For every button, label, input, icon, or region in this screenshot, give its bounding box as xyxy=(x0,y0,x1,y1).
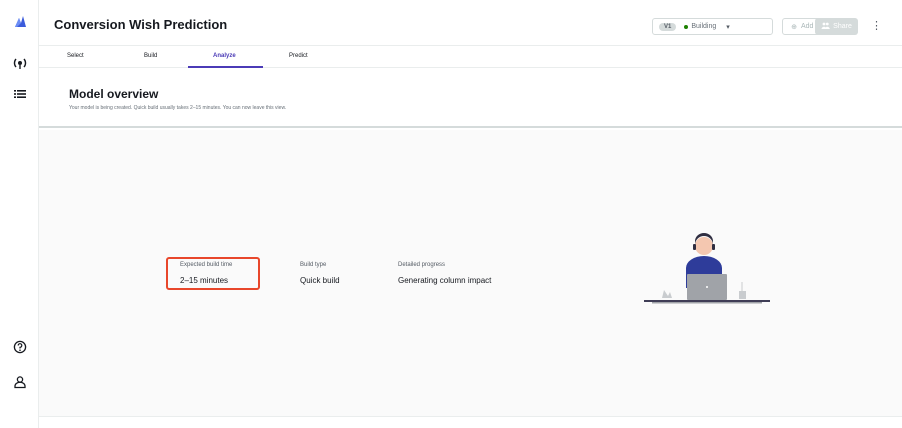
tab-predict[interactable]: Predict xyxy=(289,53,308,59)
headphone-right xyxy=(712,244,715,250)
logo-icon[interactable] xyxy=(12,13,28,29)
person-at-laptop-illustration xyxy=(644,233,770,304)
build-type-value: Quick build xyxy=(300,276,340,285)
active-tab-indicator xyxy=(188,66,263,68)
tab-build[interactable]: Build xyxy=(144,53,157,59)
chevron-down-icon: ▾ xyxy=(726,23,730,31)
more-options-icon[interactable]: ⋮ xyxy=(871,19,882,33)
status-label: Building xyxy=(691,23,717,30)
user-icon[interactable] xyxy=(12,374,28,390)
share-label: Share xyxy=(833,23,852,30)
workflow-tabs: Select Build Analyze Predict xyxy=(39,46,902,68)
laptop-logo xyxy=(706,286,708,288)
help-icon[interactable] xyxy=(12,339,28,355)
tab-analyze[interactable]: Analyze xyxy=(213,53,236,59)
overview-subtitle: Your model is being created. Quick build… xyxy=(69,105,287,111)
status-dot xyxy=(684,24,689,29)
overview-title: Model overview xyxy=(69,87,159,101)
page-title: Conversion Wish Prediction xyxy=(54,17,228,32)
build-time-stat: Expected build time 2–15 minutes xyxy=(180,262,232,285)
plus-circle-icon: ⊕ xyxy=(791,23,797,31)
page-header: Conversion Wish Prediction V1 Building ▾… xyxy=(39,0,902,46)
left-nav-rail xyxy=(0,0,39,428)
build-time-label: Expected build time xyxy=(180,262,233,268)
progress-label: Detailed progress xyxy=(398,262,446,268)
overview-section: Model overview Your model is being creat… xyxy=(39,69,902,128)
person-head xyxy=(695,237,713,255)
list-icon[interactable] xyxy=(12,86,28,102)
version-pill: V1 xyxy=(659,22,677,31)
build-type-label: Build type xyxy=(300,262,327,268)
progress-value: Generating column impact xyxy=(398,276,492,285)
build-progress-panel: Expected build time 2–15 minutes Build t… xyxy=(39,130,902,417)
cup xyxy=(739,291,746,299)
build-type-stat: Build type Quick build xyxy=(300,262,340,285)
headphone-left xyxy=(693,244,696,250)
desk-top xyxy=(644,300,770,302)
tab-select[interactable]: Select xyxy=(67,53,84,59)
progress-stat: Detailed progress Generating column impa… xyxy=(398,262,491,285)
desk-edge xyxy=(652,302,762,304)
plant xyxy=(662,290,672,298)
share-button[interactable]: Share xyxy=(815,18,858,35)
version-selector[interactable]: V1 Building ▾ xyxy=(652,18,773,35)
main-area: Conversion Wish Prediction V1 Building ▾… xyxy=(39,0,902,428)
models-icon[interactable] xyxy=(12,55,28,71)
users-icon xyxy=(821,22,830,31)
build-time-value: 2–15 minutes xyxy=(180,276,229,285)
